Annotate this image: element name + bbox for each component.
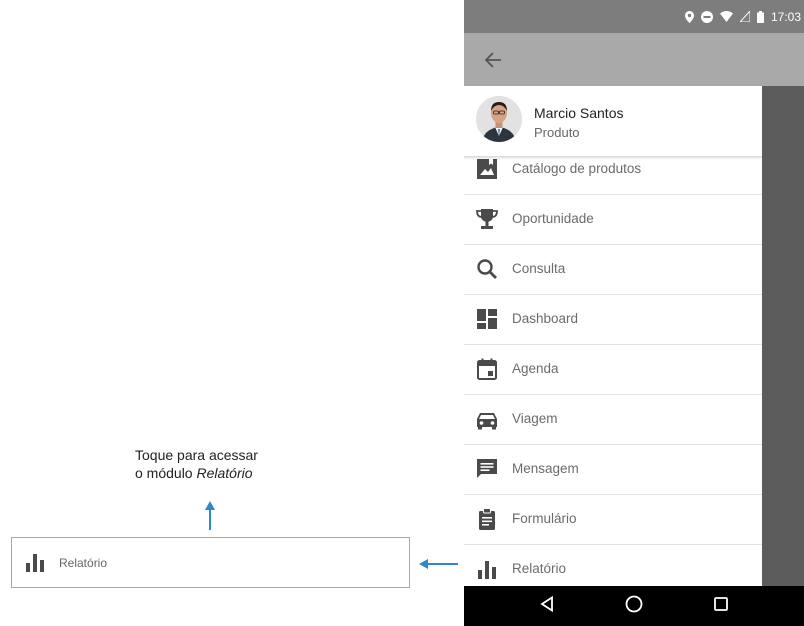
menu-item-consulta[interactable]: Consulta <box>464 245 762 295</box>
catalog-icon <box>477 159 497 179</box>
menu-item-dashboard[interactable]: Dashboard <box>464 295 762 345</box>
callout-label: Relatório <box>59 556 108 570</box>
menu-label: Agenda <box>512 361 559 376</box>
message-icon <box>477 459 497 478</box>
menu-label: Formulário <box>512 511 577 526</box>
square-recents-icon <box>714 596 729 611</box>
nav-home-button[interactable] <box>625 595 643 618</box>
annotation-prefix: o módulo <box>135 465 197 481</box>
circle-home-icon <box>625 595 643 612</box>
clipboard-icon <box>479 508 495 530</box>
system-nav-bar <box>464 586 804 626</box>
back-arrow-icon[interactable] <box>482 49 504 71</box>
phone-screen: 17:03 Marcio Santos Produto Catálogo de … <box>464 0 804 626</box>
profile-header[interactable]: Marcio Santos Produto <box>464 86 762 157</box>
app-bar <box>464 33 804 86</box>
navigation-drawer: Marcio Santos Produto Catálogo de produt… <box>464 86 762 586</box>
drawer-scrim[interactable] <box>762 86 804 586</box>
trophy-icon <box>476 209 498 229</box>
menu-label: Consulta <box>512 261 566 276</box>
menu-label: Oportunidade <box>512 211 594 226</box>
menu-item-agenda[interactable]: Agenda <box>464 345 762 395</box>
battery-icon <box>756 10 764 23</box>
drawer-menu: Catálogo de produtos Oportunidade Consul… <box>464 145 762 586</box>
menu-item-mensagem[interactable]: Mensagem <box>464 445 762 495</box>
location-icon <box>684 10 694 23</box>
calendar-icon <box>477 358 497 380</box>
profile-role: Produto <box>534 125 580 140</box>
menu-label: Mensagem <box>512 461 579 476</box>
avatar <box>476 96 522 142</box>
annotation-line2: o módulo Relatório <box>135 464 258 482</box>
dashboard-icon <box>477 309 497 329</box>
menu-label: Relatório <box>512 561 567 576</box>
relatorio-callout[interactable]: Relatório <box>11 537 410 588</box>
menu-label: Dashboard <box>512 311 579 326</box>
nav-back-button[interactable] <box>540 595 554 617</box>
bar-chart-icon <box>478 561 496 579</box>
bar-chart-icon <box>26 554 44 572</box>
car-icon <box>477 413 497 430</box>
menu-item-oportunidade[interactable]: Oportunidade <box>464 195 762 245</box>
instruction-annotation: Toque para acessar o módulo Relatório <box>135 446 258 482</box>
menu-label: Viagem <box>512 411 558 426</box>
search-icon <box>477 259 497 279</box>
menu-item-relatorio[interactable]: Relatório <box>464 545 762 586</box>
annotation-line1: Toque para acessar <box>135 447 258 463</box>
do-not-disturb-icon <box>700 10 713 23</box>
wifi-icon <box>719 11 733 22</box>
menu-item-formulario[interactable]: Formulário <box>464 495 762 545</box>
user-photo-icon <box>476 96 522 142</box>
signal-icon <box>739 11 750 22</box>
up-arrow-icon <box>205 501 215 530</box>
status-time: 17:03 <box>770 9 801 24</box>
nav-recents-button[interactable] <box>714 596 729 616</box>
profile-name: Marcio Santos <box>534 105 624 121</box>
status-bar: 17:03 <box>464 0 804 33</box>
triangle-back-icon <box>540 595 553 612</box>
annotation-emphasis: Relatório <box>196 465 253 481</box>
menu-label: Catálogo de produtos <box>512 161 642 176</box>
menu-item-viagem[interactable]: Viagem <box>464 395 762 445</box>
left-arrow-icon <box>419 559 458 569</box>
